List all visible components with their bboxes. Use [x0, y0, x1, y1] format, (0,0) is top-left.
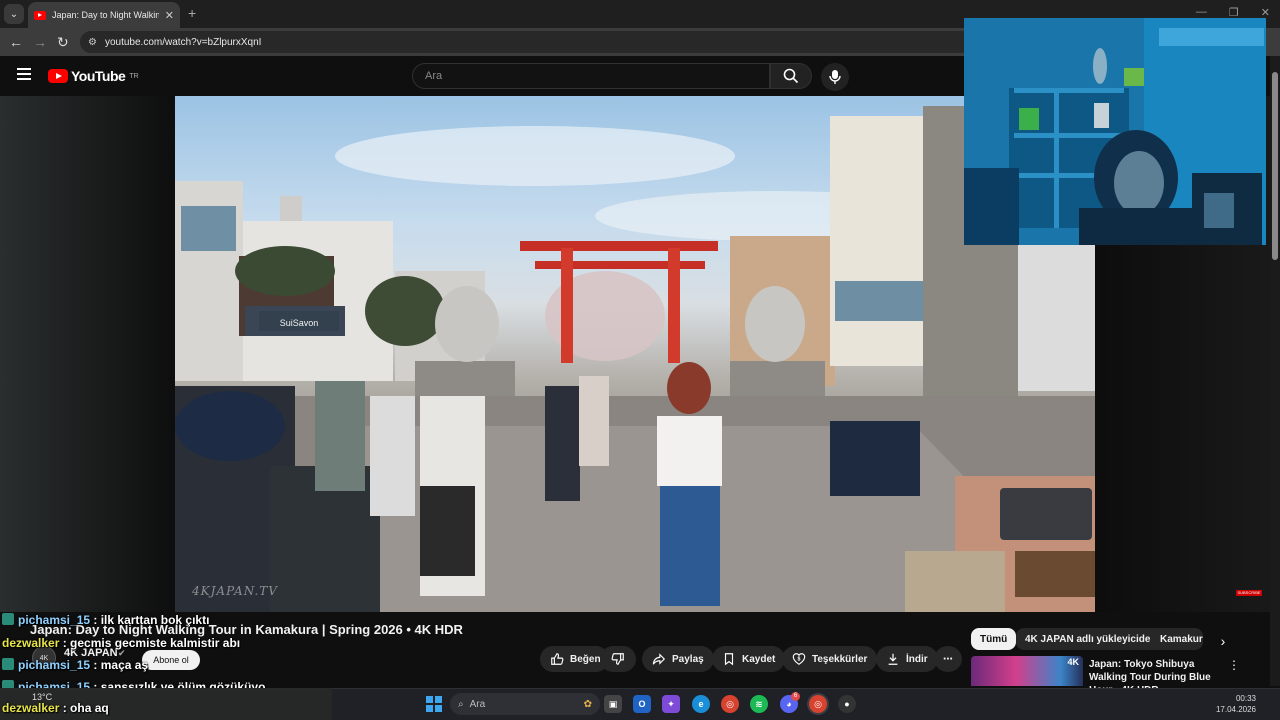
webcam-overlay [964, 18, 1266, 245]
app-icon[interactable]: ● [838, 695, 856, 713]
chat-username: dezwalker [2, 701, 60, 715]
task-view-icon[interactable]: ▣ [604, 695, 622, 713]
youtube-logo[interactable]: YouTube TR [48, 68, 139, 84]
clock-time: 00:33 [1235, 694, 1256, 703]
chrome-icon[interactable]: ◎ [721, 695, 739, 713]
share-button[interactable]: Paylaş [642, 646, 714, 672]
search-icon [783, 68, 799, 84]
search-icon: ⌕ [458, 698, 464, 710]
taskbar-search[interactable]: ⌕ Ara ✿ [450, 693, 600, 715]
recommendation-4k-badge: 4K [1067, 657, 1079, 667]
chip-all[interactable]: Tümü [971, 628, 1017, 650]
chat-text: oha aq [70, 701, 109, 715]
chat-username: pichamsi_15 [18, 658, 91, 672]
bookmark-icon [724, 653, 734, 666]
chat-text: maça aş [100, 658, 149, 672]
share-label: Paylaş [672, 653, 704, 665]
back-arrow-icon[interactable]: ← [9, 34, 23, 50]
chat-badge-icon [2, 613, 14, 625]
edge-icon[interactable]: e [692, 695, 710, 713]
chat-username: dezwalker [2, 636, 60, 650]
youtube-play-logo-icon [48, 69, 68, 83]
thanks-button[interactable]: $ Teşekkürler [782, 646, 878, 672]
shop-sign-text: SuiSavon [280, 318, 319, 328]
download-icon [888, 653, 898, 665]
chrome-active-icon[interactable]: ◎ [809, 695, 827, 713]
chat-message: dezwalker : gecmis gecmiste kalmistir ab… [2, 636, 241, 650]
more-vertical-icon[interactable]: ⋮ [1228, 658, 1240, 672]
chip-from-uploader[interactable]: 4K JAPAN adlı yükleyiciden [1016, 628, 1166, 650]
svg-text:$: $ [798, 656, 801, 662]
chevron-right-icon[interactable]: › [1212, 630, 1234, 652]
browser-tab-active[interactable]: Japan: Day to Night Walking Tour in Kama… [28, 2, 180, 28]
thumbs-up-icon [551, 653, 564, 665]
copilot-icon[interactable]: ✦ [662, 695, 680, 713]
site-info-icon[interactable]: ⚙ [88, 37, 97, 48]
chat-username: pichamsi_15 [18, 613, 91, 627]
share-arrow-icon [652, 653, 666, 665]
subscribe-button[interactable]: Abone ol [142, 650, 200, 670]
dislike-button[interactable] [600, 646, 636, 672]
webcam-scene [964, 18, 1266, 245]
taskbar-search-placeholder: Ara [469, 698, 486, 710]
tab-list-button[interactable]: ⌄ [4, 4, 24, 24]
video-watermark: 4KJAPAN.TV [192, 584, 278, 598]
video-frame-scene: SuiSavon [175, 106, 1095, 612]
country-code: TR [129, 72, 139, 80]
search-button[interactable] [770, 63, 812, 89]
chat-message: dezwalker : oha aq [2, 701, 109, 715]
tab-title: Japan: Day to Night Walking Tour in Kama… [52, 10, 159, 20]
youtube-favicon-icon [34, 10, 46, 20]
outlook-icon[interactable]: O [633, 695, 651, 713]
more-actions-button[interactable]: ⋯ [934, 646, 962, 672]
search-highlight-icon: ✿ [583, 698, 592, 710]
search-input[interactable] [425, 70, 769, 82]
like-label: Beğen [570, 653, 601, 665]
voice-search-button[interactable] [821, 63, 849, 91]
discord-notification-badge: 6 [791, 692, 800, 701]
hamburger-menu-icon[interactable] [17, 68, 31, 80]
chat-message: pichamsi_15 : ilk karttan bok çıktı [2, 613, 209, 627]
new-tab-plus-icon[interactable]: + [188, 5, 196, 21]
thumbs-down-icon [611, 653, 624, 665]
forward-arrow-icon[interactable]: → [33, 34, 47, 50]
like-button[interactable]: Beğen [540, 646, 609, 672]
chat-text: gecmis gecmiste kalmistir abı [70, 636, 241, 650]
recommendation-thumbnail[interactable]: 4K [971, 656, 1083, 686]
more-horizontal-icon: ⋯ [943, 653, 953, 665]
save-label: Kaydet [742, 653, 776, 665]
tab-close-icon[interactable]: ✕ [165, 9, 174, 22]
reload-icon[interactable]: ↻ [57, 34, 69, 51]
search-box[interactable] [412, 63, 770, 89]
url-text: youtube.com/watch?v=bZlpurxXqnI [104, 36, 262, 48]
download-button[interactable]: İndir [876, 646, 938, 672]
chat-badge-icon [2, 658, 14, 670]
save-button[interactable]: Kaydet [712, 646, 786, 672]
spotify-icon[interactable]: ≋ [750, 695, 768, 713]
microphone-icon [829, 70, 841, 84]
taskbar-clock[interactable]: 00:33 17.04.2026 [1216, 693, 1256, 715]
video-player[interactable]: SuiSavon [175, 96, 1095, 612]
thanks-label: Teşekkürler [812, 653, 868, 665]
download-label: İndir [906, 653, 928, 665]
youtube-wordmark: YouTube [71, 68, 126, 84]
chip-kamakura[interactable]: Kamakura [1151, 628, 1203, 650]
chat-text: ilk karttan bok çıktı [100, 613, 210, 627]
thanks-heart-dollar-icon: $ [792, 653, 806, 665]
chat-message: pichamsi_15 : maça aş [2, 658, 148, 672]
windows-start-icon[interactable] [426, 696, 442, 712]
subscribe-badge-overlay[interactable]: SUBSCRIBE [1236, 590, 1262, 596]
clock-date: 17.04.2026 [1215, 705, 1256, 714]
scrollbar-thumb[interactable] [1272, 72, 1278, 260]
